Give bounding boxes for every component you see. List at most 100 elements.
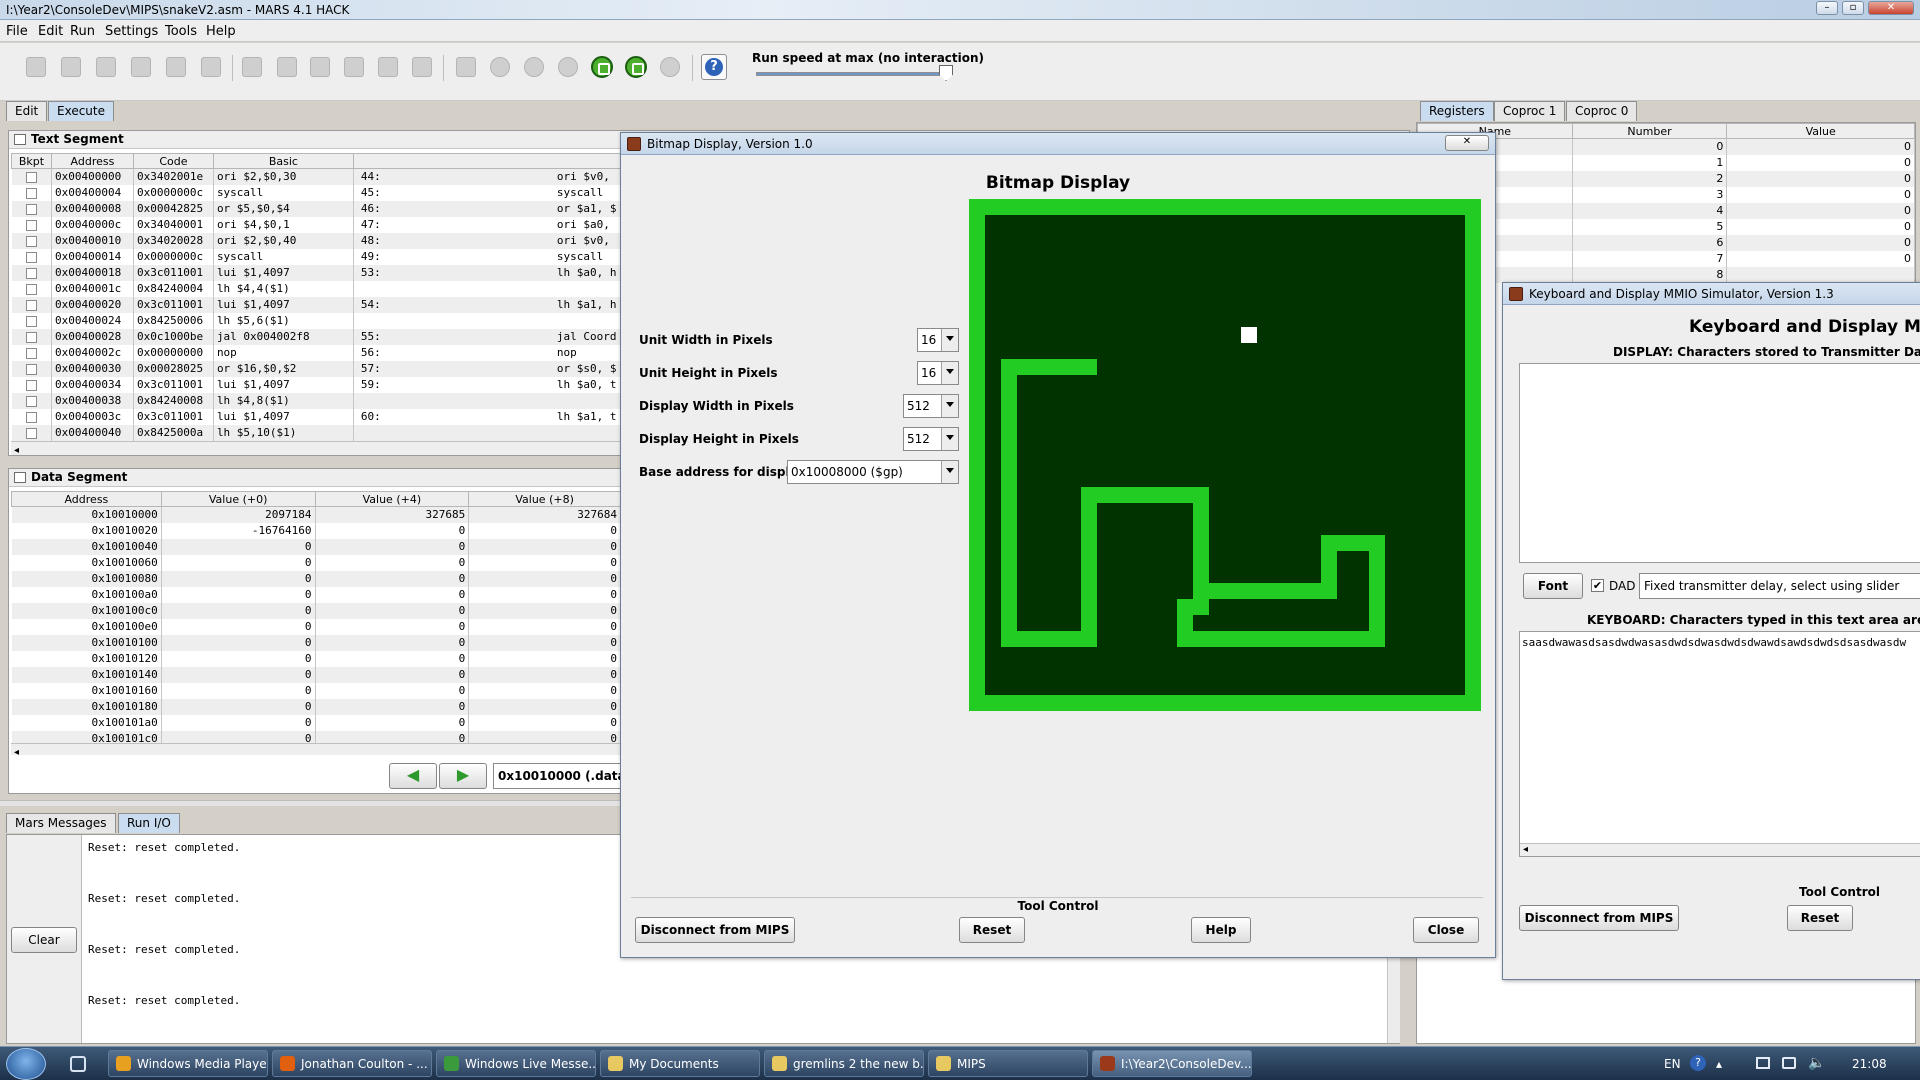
breakpoint-checkbox[interactable]	[25, 267, 37, 279]
tab-execute[interactable]: Execute	[48, 101, 114, 121]
data-segment-row[interactable]: 0x10010060 0 0 0	[11, 554, 621, 571]
dump-memory-icon[interactable]	[162, 53, 190, 81]
taskbar-item[interactable]: I:\Year2\ConsoleDev...	[1092, 1050, 1252, 1077]
cut-icon[interactable]	[306, 53, 334, 81]
tab-mars-messages[interactable]: Mars Messages	[6, 813, 116, 833]
dad-checkbox[interactable]: ✔	[1591, 579, 1604, 592]
data-segment-row[interactable]: 0x100101a0 0 0 0	[11, 714, 621, 731]
breakpoint-checkbox[interactable]	[25, 187, 37, 199]
tray-expand-icon[interactable]: ▴	[1716, 1057, 1722, 1071]
data-prev-button[interactable]: ◀	[389, 763, 437, 789]
network-icon[interactable]	[1756, 1057, 1770, 1069]
base-address-select[interactable]: 0x10008000 ($gp)	[787, 460, 959, 484]
assemble-icon[interactable]	[452, 53, 480, 81]
breakpoint-checkbox[interactable]	[25, 171, 37, 183]
minimize-button[interactable]: –	[1816, 1, 1838, 15]
tab-coproc0[interactable]: Coproc 0	[1566, 101, 1638, 121]
display-text-area[interactable]	[1519, 363, 1920, 563]
data-address-select[interactable]: 0x10010000 (.data)	[493, 763, 633, 789]
menu-edit[interactable]: Edit	[38, 24, 63, 39]
show-desktop-icon[interactable]	[70, 1056, 86, 1072]
data-segment-row[interactable]: 0x10010120 0 0 0	[11, 650, 621, 667]
volume-icon[interactable]: 🔈	[1808, 1055, 1825, 1071]
new-file-icon[interactable]	[22, 53, 50, 81]
unit-height-select[interactable]: 16	[917, 361, 959, 385]
taskbar-item[interactable]: gremlins 2 the new b...	[764, 1050, 924, 1077]
close-window-button[interactable]: ✕	[1868, 1, 1914, 15]
keyboard-hscrollbar[interactable]: ◂	[1520, 843, 1920, 856]
breakpoint-checkbox[interactable]	[25, 219, 37, 231]
menu-settings[interactable]: Settings	[105, 24, 158, 39]
save-as-icon[interactable]	[127, 53, 155, 81]
breakpoint-checkbox[interactable]	[25, 331, 37, 343]
stop-icon[interactable]	[622, 53, 650, 81]
breakpoint-checkbox[interactable]	[25, 427, 37, 439]
taskbar-item[interactable]: Jonathan Coulton - ...	[272, 1050, 432, 1077]
breakpoint-checkbox[interactable]	[25, 379, 37, 391]
copy-icon[interactable]	[340, 53, 368, 81]
taskbar-item[interactable]: MIPS	[928, 1050, 1088, 1077]
keyboard-input-area[interactable]: saasdwawasdsasdwdwasasdwdsdwasdwdsdwawds…	[1519, 631, 1920, 857]
breakpoint-checkbox[interactable]	[25, 283, 37, 295]
menu-help[interactable]: Help	[206, 24, 236, 39]
tab-run-io[interactable]: Run I/O	[118, 813, 180, 833]
data-segment-hscrollbar[interactable]: ◂	[11, 743, 621, 758]
menu-file[interactable]: File	[6, 24, 28, 39]
breakpoint-checkbox[interactable]	[25, 235, 37, 247]
pause-icon[interactable]	[588, 53, 616, 81]
run-speed-slider[interactable]	[756, 72, 948, 76]
backstep-icon[interactable]	[554, 53, 582, 81]
tab-registers[interactable]: Registers	[1420, 101, 1494, 121]
data-segment-row[interactable]: 0x100100e0 0 0 0	[11, 618, 621, 635]
data-segment-row[interactable]: 0x10010160 0 0 0	[11, 682, 621, 699]
save-icon[interactable]	[92, 53, 120, 81]
clear-button[interactable]: Clear	[11, 927, 77, 953]
redo-icon[interactable]	[273, 53, 301, 81]
undo-icon[interactable]	[238, 53, 266, 81]
data-next-button[interactable]: ▶	[439, 763, 487, 789]
clock[interactable]: 21:08	[1852, 1057, 1887, 1071]
breakpoint-checkbox[interactable]	[25, 347, 37, 359]
taskbar-item[interactable]: My Documents	[600, 1050, 760, 1077]
data-segment-row[interactable]: 0x100100c0 0 0 0	[11, 602, 621, 619]
keyboard-reset-button[interactable]: Reset	[1787, 905, 1853, 931]
language-help-icon[interactable]: ?	[1690, 1055, 1706, 1071]
breakpoint-checkbox[interactable]	[25, 363, 37, 375]
menu-run[interactable]: Run	[70, 24, 95, 39]
breakpoint-checkbox[interactable]	[25, 203, 37, 215]
transmitter-delay-select[interactable]: Fixed transmitter delay, select using sl…	[1639, 573, 1920, 599]
data-segment-row[interactable]: 0x10010000 2097184 327685 327684	[11, 506, 621, 523]
bitmap-close-x-button[interactable]: ✕	[1445, 135, 1489, 151]
breakpoint-checkbox[interactable]	[25, 395, 37, 407]
unit-width-select[interactable]: 16	[917, 328, 959, 352]
action-center-icon[interactable]	[1782, 1057, 1796, 1069]
language-indicator[interactable]: EN	[1664, 1057, 1681, 1071]
start-button[interactable]	[6, 1048, 46, 1080]
breakpoint-checkbox[interactable]	[25, 315, 37, 327]
run-icon[interactable]	[486, 53, 514, 81]
keyboard-disconnect-button[interactable]: Disconnect from MIPS	[1519, 905, 1679, 931]
bitmap-disconnect-button[interactable]: Disconnect from MIPS	[635, 917, 795, 943]
font-button[interactable]: Font	[1523, 573, 1583, 599]
breakpoint-checkbox[interactable]	[25, 411, 37, 423]
reset-icon[interactable]	[656, 53, 684, 81]
breakpoint-checkbox[interactable]	[25, 251, 37, 263]
help-icon[interactable]: ?	[700, 53, 728, 81]
maximize-button[interactable]: ▫	[1842, 1, 1864, 15]
open-file-icon[interactable]	[57, 53, 85, 81]
display-width-select[interactable]: 512	[903, 394, 959, 418]
data-segment-row[interactable]: 0x10010080 0 0 0	[11, 570, 621, 587]
data-segment-row[interactable]: 0x100100a0 0 0 0	[11, 586, 621, 603]
bitmap-close-button[interactable]: Close	[1413, 917, 1479, 943]
data-segment-row[interactable]: 0x10010040 0 0 0	[11, 538, 621, 555]
paste-icon[interactable]	[374, 53, 402, 81]
display-height-select[interactable]: 512	[903, 427, 959, 451]
data-segment-row[interactable]: 0x10010100 0 0 0	[11, 634, 621, 651]
data-segment-row[interactable]: 0x10010180 0 0 0	[11, 698, 621, 715]
taskbar-item[interactable]: Windows Media Player	[108, 1050, 268, 1077]
data-segment-row[interactable]: 0x10010020 -16764160 0 0	[11, 522, 621, 539]
data-segment-row[interactable]: 0x10010140 0 0 0	[11, 666, 621, 683]
menu-tools[interactable]: Tools	[165, 24, 197, 39]
bitmap-help-button[interactable]: Help	[1191, 917, 1251, 943]
taskbar-item[interactable]: Windows Live Messe...	[436, 1050, 596, 1077]
